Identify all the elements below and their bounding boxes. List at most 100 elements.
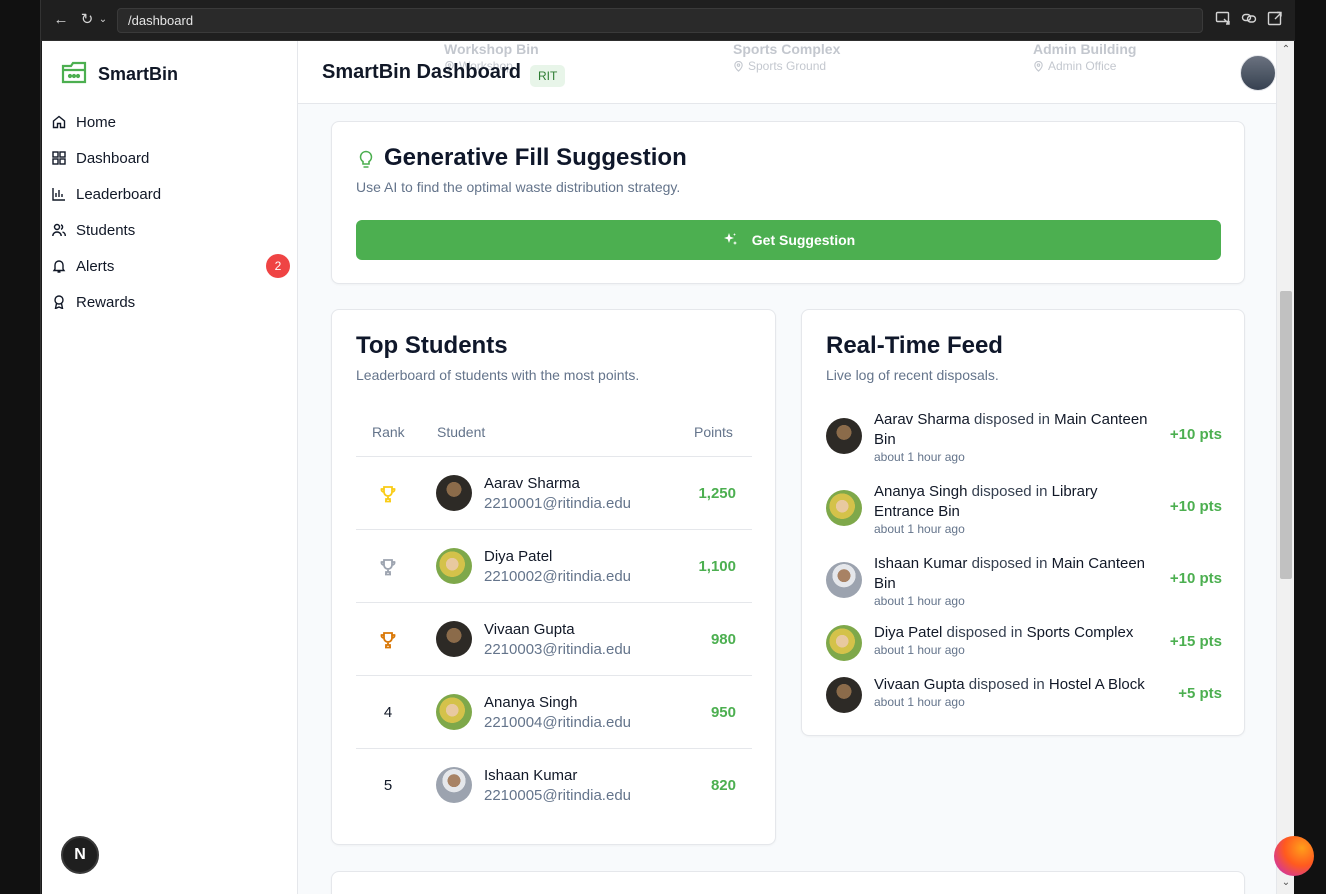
lightbulb-icon [358,150,374,170]
sidebar-item-rewards[interactable]: Rewards [50,287,290,317]
top-students-card: Top Students Leaderboard of students wit… [331,309,776,845]
avatar [826,418,862,454]
scroll-down-icon[interactable]: ⌄ [1280,877,1292,889]
column-header-points[interactable]: Points [694,424,733,440]
column-header-rank[interactable]: Rank [372,424,405,440]
user-avatar[interactable] [1240,55,1276,91]
avatar [436,767,472,803]
map-pin-icon [734,60,743,72]
student-name: Aarav Sharma [484,475,580,492]
sidebar-item-label: Students [76,221,136,239]
feed-time: about 1 hour ago [874,522,965,536]
feed-points: +10 pts [1169,426,1222,443]
avatar [436,548,472,584]
feed-message: Ishaan Kumar disposed in Main Canteen Bi… [874,555,1146,592]
feed-points: +5 pts [1178,685,1222,702]
sidebar-item-leaderboard[interactable]: Leaderboard [50,179,290,209]
chevron-down-icon[interactable]: ⌄ [93,10,113,30]
rank-cell [356,603,420,676]
map-pin-icon [1034,60,1043,72]
table-row[interactable]: Vivaan Gupta 2210003@ritindia.edu 980 [356,602,752,675]
sidebar-item-students[interactable]: Students [50,215,290,245]
suggestion-title: Generative Fill Suggestion [384,144,687,171]
table-row[interactable]: 5 Ishaan Kumar 2210005@ritindia.edu 820 [356,748,752,821]
student-points: 1,100 [698,558,736,575]
feed-message: Diya Patel disposed in Sports Complex [874,624,1134,641]
table-row[interactable]: Diya Patel 2210002@ritindia.edu 1,100 [356,529,752,602]
sidebar-item-label: Dashboard [76,149,150,167]
top-students-title: Top Students [356,332,508,359]
sidebar-item-home[interactable]: Home [50,107,290,137]
feed-time: about 1 hour ago [874,643,965,657]
bin-location: Sports Ground [733,59,840,73]
feed-message: Ananya Singh disposed in Library Entranc… [874,483,1098,520]
student-email: 2210004@ritindia.edu [484,714,632,731]
sidebar-item-alerts[interactable]: Alerts 2 [50,251,290,281]
bin-logo-icon [60,59,88,90]
student-points: 1,250 [698,485,736,502]
feed-title: Real-Time Feed [826,332,1003,359]
student-points: 950 [710,704,736,721]
scrollbar-thumb[interactable] [1280,291,1292,579]
assistant-orb-button[interactable] [1274,836,1314,876]
sidebar-item-dashboard[interactable]: Dashboard [50,143,290,173]
dev-tools-button[interactable]: N [61,836,99,874]
next-card-partial [331,871,1245,894]
link-icon[interactable] [1241,10,1261,30]
browser-window: ← ↻ ⌄ /dashboard SmartBin Home Dashboard… [40,0,1295,894]
suggestion-card: Generative Fill Suggestion Use AI to fin… [331,121,1245,284]
button-label: Get Suggestion [751,232,856,248]
avatar [436,694,472,730]
avatar [436,621,472,657]
feed-time: about 1 hour ago [874,450,965,464]
feed-points: +15 pts [1169,633,1222,650]
table-row[interactable]: Aarav Sharma 2210001@ritindia.edu 1,250 [356,456,752,529]
feed-message: Vivaan Gupta disposed in Hostel A Block [874,676,1145,693]
feed-subtitle: Live log of recent disposals. [826,367,999,383]
get-suggestion-button[interactable]: Get Suggestion [356,220,1221,260]
users-icon [52,223,66,237]
student-points: 980 [710,631,736,648]
brand-name: SmartBin [98,63,179,84]
sparkles-icon [723,233,737,245]
student-email: 2210001@ritindia.edu [484,495,632,512]
column-header-student[interactable]: Student [437,424,485,440]
home-icon [52,115,66,129]
rank-cell [356,530,420,603]
sidebar: SmartBin Home Dashboard Leaderboard Stud… [42,41,298,894]
table-row[interactable]: 4 Ananya Singh 2210004@ritindia.edu 950 [356,675,752,748]
page-scrollbar[interactable]: ⌃ ⌄ [1276,41,1294,894]
browser-toolbar: ← ↻ ⌄ /dashboard [41,0,1295,41]
main-content: Workshop Bin Workshop Sports Complex Spo… [298,41,1276,894]
trophy-gold-icon [380,485,396,502]
feed-time: about 1 hour ago [874,594,965,608]
bin-name: Admin Building [1033,41,1137,57]
sidebar-item-label: Rewards [76,293,136,311]
student-email: 2210005@ritindia.edu [484,787,632,804]
bin-location: Admin Office [1033,59,1136,73]
rank-cell: 4 [383,704,393,721]
avatar [436,475,472,511]
scroll-up-icon[interactable]: ⌃ [1280,44,1292,56]
award-icon [54,295,64,309]
feed-message: Aarav Sharma disposed in Main Canteen Bi… [874,411,1148,448]
app-root: SmartBin Home Dashboard Leaderboard Stud… [42,41,1294,894]
grid-icon [52,151,66,165]
back-arrow-icon[interactable]: ← [51,10,71,30]
alerts-count-badge: 2 [266,254,290,278]
feed-time: about 1 hour ago [874,695,965,709]
avatar [826,625,862,661]
cast-icon[interactable] [1215,10,1235,30]
student-name: Diya Patel [484,548,553,565]
page-header: Workshop Bin Workshop Sports Complex Spo… [298,41,1276,104]
sidebar-item-label: Alerts [76,257,115,275]
student-name: Vivaan Gupta [484,621,575,638]
institution-badge: RIT [530,65,566,87]
avatar [826,490,862,526]
url-bar[interactable]: /dashboard [117,8,1203,33]
brand-logo[interactable]: SmartBin [60,61,178,87]
feed-points: +10 pts [1169,498,1222,515]
external-link-icon[interactable] [1267,10,1287,30]
real-time-feed-card: Real-Time Feed Live log of recent dispos… [801,309,1245,736]
student-points: 820 [710,777,736,794]
